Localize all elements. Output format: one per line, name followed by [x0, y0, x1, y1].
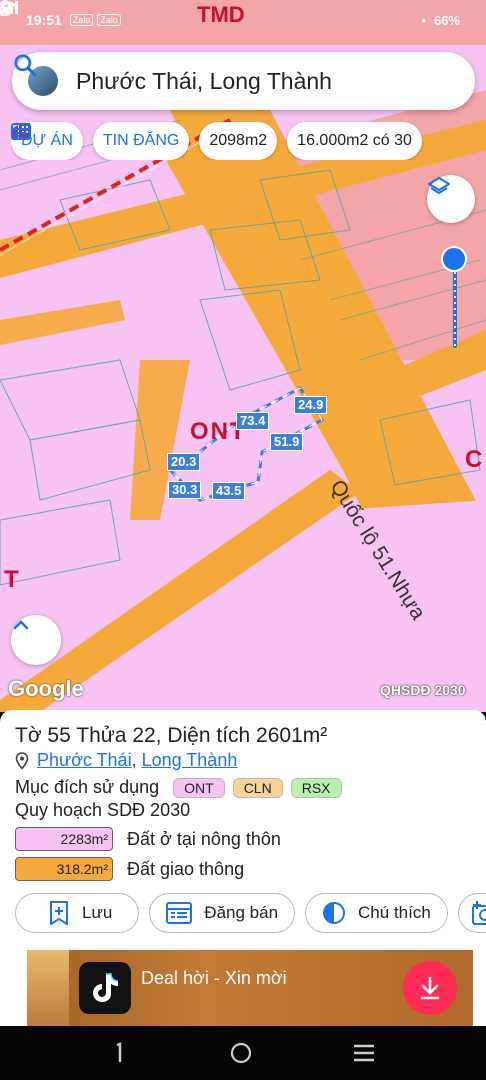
plan-row: Quy hoạch SDĐ 2030	[15, 800, 471, 821]
purpose-tag-rsx[interactable]: RSX	[290, 777, 342, 798]
tiktok-logo-icon	[79, 962, 131, 1014]
parcel-location: Phước Thái , Long Thành	[15, 750, 471, 771]
purpose-row: Mục đích sử dụng ONT CLN RSX	[15, 777, 471, 798]
legend-desc: Đất giao thông	[127, 858, 245, 879]
layers-button[interactable]	[427, 175, 475, 223]
list-icon	[166, 902, 193, 924]
ad-margin	[0, 950, 27, 1026]
opacity-slider-dots	[454, 272, 456, 346]
status-time: 19:51	[26, 12, 62, 28]
legend-button[interactable]: Chú thích	[305, 893, 448, 933]
parcel-title: Tờ 55 Thửa 22, Diện tích 2601m²	[15, 724, 328, 747]
location-separator: ,	[131, 750, 137, 770]
chevron-up-icon	[13, 620, 29, 630]
purpose-label: Mục đích sử dụng	[15, 777, 160, 797]
recents-icon[interactable]	[352, 1042, 376, 1064]
ad-banner[interactable]: Deal hời - Xin mời	[27, 950, 473, 1026]
chip-label: TIN ĐĂNG	[102, 132, 180, 149]
chip-2098m2[interactable]: 2098m2	[199, 122, 278, 160]
commune-link[interactable]: Phước Thái	[37, 750, 132, 771]
system-nav-bar	[0, 1026, 486, 1080]
dot-icon: •	[421, 12, 426, 28]
battery-percent: 66%	[433, 12, 460, 28]
parcel-info-panel: Tờ 55 Thửa 22, Diện tích 2601m² Phước Th…	[0, 710, 486, 950]
button-label: Đăng bán	[204, 903, 279, 922]
chip-label: 2098m2	[209, 132, 268, 149]
layers-icon	[428, 177, 450, 194]
location-pin-icon	[15, 751, 29, 770]
contrast-icon	[323, 902, 346, 924]
opacity-slider-handle[interactable]	[441, 246, 467, 272]
measure-label: 24.9	[294, 396, 328, 414]
back-icon[interactable]	[110, 1041, 130, 1065]
purpose-tag-ont[interactable]: ONT	[173, 777, 225, 798]
post-sale-button[interactable]: Đăng bán	[149, 893, 296, 933]
expand-up-button[interactable]	[11, 615, 61, 665]
button-label: Lưu	[82, 903, 113, 922]
filter-chips: DỰ ÁN TIN ĐĂNG 2098m2 16.000m2 có 30	[11, 122, 486, 160]
search-input[interactable]: Phước Thái, Long Thành	[76, 68, 459, 95]
bookmark-add-icon	[50, 901, 68, 925]
chip-label: 16.000m2 có 30	[297, 132, 412, 149]
ad-text: Deal hời - Xin mời	[141, 967, 287, 988]
home-icon[interactable]	[229, 1041, 253, 1065]
action-buttons: Lưu Đăng bán Chú thích	[15, 893, 486, 933]
legend-area: 318.2m²	[15, 857, 113, 881]
search-bar[interactable]: Phước Thái, Long Thành	[12, 52, 475, 110]
zalo-notification-icon: Zalo	[97, 14, 121, 26]
status-bar: 19:51 Zalo Zalo • 66%	[0, 0, 486, 40]
measure-label: 20.3	[167, 453, 201, 471]
map-edge-label: T	[4, 566, 19, 593]
search-icon[interactable]	[12, 52, 38, 78]
purpose-tag-cln[interactable]: CLN	[232, 777, 283, 798]
battery-icon	[0, 0, 10, 16]
add-photo-button[interactable]	[457, 893, 486, 933]
measure-label: 73.4	[236, 412, 270, 430]
measure-label: 51.9	[270, 433, 304, 451]
ad-margin	[473, 950, 486, 1026]
google-logo: Google	[8, 676, 84, 701]
map-edge-label: C	[465, 446, 483, 473]
layer-name-label: QHSDĐ 2030	[380, 682, 466, 698]
measure-label: 43.5	[212, 482, 246, 500]
chip-16000m2[interactable]: 16.000m2 có 30	[287, 122, 422, 160]
district-link[interactable]: Long Thành	[142, 750, 238, 771]
download-button[interactable]	[403, 961, 457, 1015]
calendar-icon	[11, 123, 31, 140]
legend-desc: Đất ở tại nông thôn	[127, 828, 281, 849]
legend-area: 2283m²	[15, 827, 113, 851]
save-button[interactable]: Lưu	[15, 893, 140, 933]
plan-label: Quy hoạch SDĐ 2030	[15, 800, 191, 820]
map-view[interactable]: TMD C C T ONT Quốc lộ 51.Nhựa 24.9 73.4 …	[0, 0, 486, 712]
chip-tin-dang[interactable]: TIN ĐĂNG	[11, 122, 190, 160]
download-icon	[420, 976, 440, 1000]
ad-thumbnail	[27, 950, 69, 1026]
add-photo-icon	[471, 901, 486, 925]
legend-row: 318.2m² Đất giao thông	[15, 857, 471, 881]
zalo-notification-icon: Zalo	[69, 14, 94, 26]
button-label: Chú thích	[358, 903, 431, 922]
measure-label: 30.3	[168, 481, 202, 499]
legend-row: 2283m² Đất ở tại nông thôn	[15, 827, 471, 851]
